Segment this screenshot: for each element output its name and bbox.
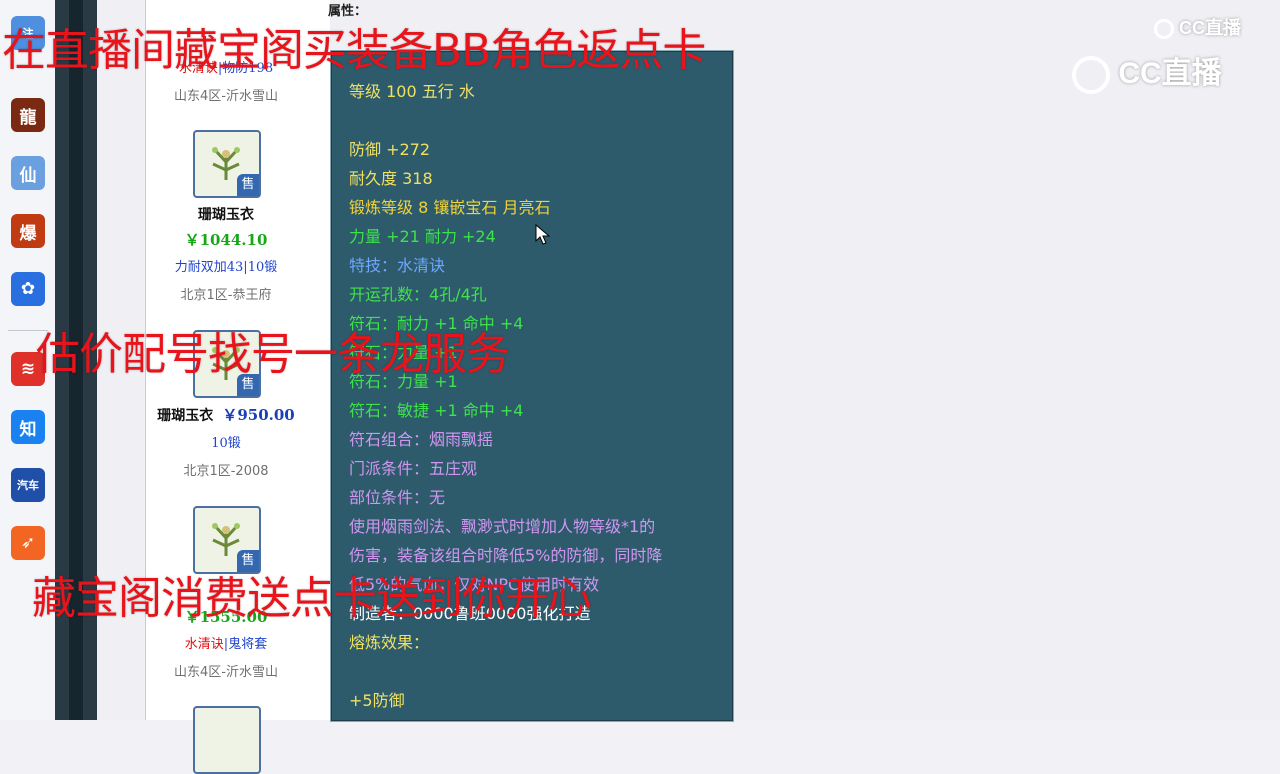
zhihu-glyph: 知 [19,419,37,440]
item-name[interactable]: 珊瑚玉衣 [146,204,306,224]
app-wave-glyph: ≋ [20,359,36,379]
cc-live-watermark-small: CC直播 [1154,14,1241,40]
cc-watermark-small-text: CC直播 [1179,18,1242,38]
item-price: ￥1044.10 [184,231,268,249]
game-fairy-glyph: 仙 [19,165,37,186]
item-thumbnail-partial[interactable] [193,706,261,774]
game-dragon-glyph: 龍 [19,107,37,128]
item-attr: 水清诀|鬼将套 [184,637,268,652]
tooltip-rune-4: 符石：敏捷 +1 命中 +4 [349,401,524,420]
cc-logo-icon [1154,19,1174,40]
item-server: 北京1区-2008 [183,464,269,479]
sale-badge: 售 [237,174,259,196]
list-item[interactable]: 售 珊瑚玉衣 ￥1044.10 力耐双加43|10锻 北京1区-恭王府 [146,128,306,308]
cc-logo-icon [1072,56,1110,95]
item-attr: 10锻 [211,436,241,451]
item-server: 山东4区-沂水雪山 [174,89,278,104]
app-bird-icon[interactable]: ➶ [11,526,45,560]
item-thumbnail[interactable]: 售 [193,130,261,198]
tooltip-slots: 开运孔数：4孔/4孔 [349,285,487,304]
game-explode-glyph: 爆 [19,223,37,244]
game-dragon-icon[interactable]: 龍 [11,98,45,132]
item-server: 北京1区-恭王府 [180,288,272,303]
car-glyph: 汽车 [17,479,39,492]
tooltip-desc-1: 使用烟雨剑法、飘渺式时增加人物等级*1的 [349,517,656,536]
tooltip-durability: 耐久度 318 [349,169,433,188]
tooltip-level: 等级 100 五行 水 [349,82,475,101]
item-attr-forge: 10锻 [247,260,278,275]
item-attr: 力耐双加43|10锻 [174,260,278,275]
cc-watermark-large-text: CC直播 [1118,57,1222,90]
tooltip-slot-req: 部位条件：无 [349,488,446,507]
tooltip-skill: 特技：水清诀 [349,256,446,275]
item-attr-set: 鬼将套 [228,637,268,652]
tooltip-smelt-value: +5防御 [349,691,405,710]
tooltip-school: 门派条件：五庄观 [349,459,478,478]
item-price: ￥950.00 [222,406,295,424]
item-server: 山东4区-沂水雪山 [174,665,278,680]
app-bird-glyph: ➶ [20,533,36,553]
stream-overlay-banner-1: 在直播间藏宝阁买装备BB角色返点卡 [2,25,706,76]
item-name[interactable]: 珊瑚玉衣 [157,408,213,424]
tooltip-smelt-label: 熔炼效果： [349,633,430,652]
zhihu-icon[interactable]: 知 [11,410,45,444]
tooltip-forge: 锻炼等级 8 镶嵌宝石 月亮石 [349,198,551,217]
game-explode-icon[interactable]: 爆 [11,214,45,248]
game-fairy-icon[interactable]: 仙 [11,156,45,190]
mouse-cursor-icon [535,224,551,245]
tooltip-rune-combo: 符石组合：烟雨飘摇 [349,430,494,449]
stream-overlay-banner-2: 估价配号找号一条龙服务 [36,329,510,380]
baidu-icon[interactable]: ✿ [11,272,45,306]
tooltip-strength: 力量 +21 耐力 +24 [349,227,496,246]
car-icon[interactable]: 汽车 [11,468,45,502]
item-attr-skill: 水清诀 [184,637,224,652]
baidu-glyph: ✿ [20,279,36,299]
cc-live-watermark-large: CC直播 [1072,48,1222,95]
tooltip-defense: 防御 +272 [349,140,431,159]
stream-overlay-banner-3: 藏宝阁消费送点卡送到你开心 [32,573,592,624]
item-name-price-row: 珊瑚玉衣 ￥950.00 [146,404,306,425]
item-attr-stats: 力耐双加43 [174,260,244,275]
